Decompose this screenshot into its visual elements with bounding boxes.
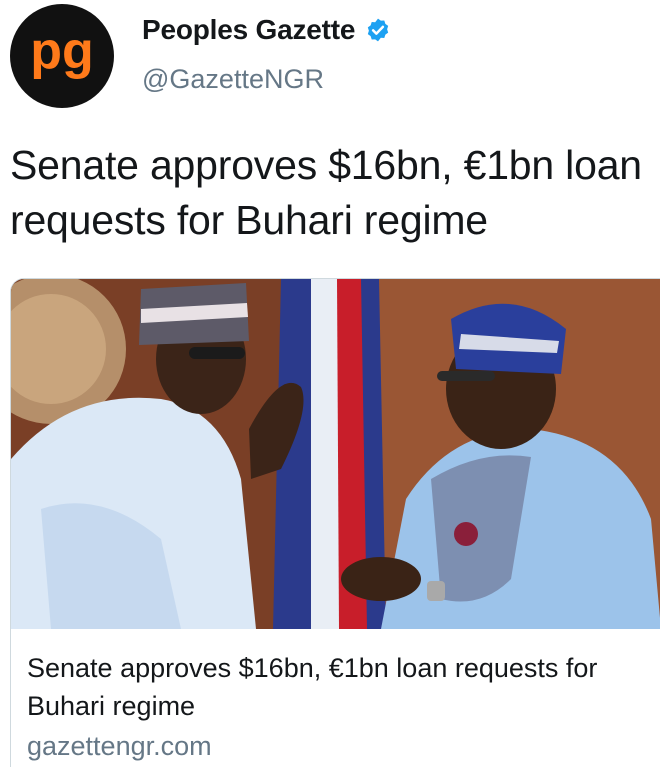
verified-badge-icon: [368, 18, 389, 42]
link-preview-card[interactable]: Senate approves $16bn, €1bn loan request…: [10, 278, 660, 767]
avatar[interactable]: pg: [10, 4, 114, 108]
tweet-text: Senate approves $16bn, €1bn loan request…: [10, 142, 642, 243]
peoples-gazette-logo-icon: pg: [30, 26, 94, 80]
news-photo: [11, 279, 660, 629]
display-name[interactable]: Peoples Gazette: [142, 14, 356, 46]
card-title[interactable]: Senate approves $16bn, €1bn loan request…: [27, 649, 657, 725]
user-handle[interactable]: @GazetteNGR: [142, 64, 324, 95]
svg-text:pg: pg: [30, 26, 94, 80]
tweet-header: pg Peoples Gazette @GazetteNGR: [0, 0, 660, 110]
card-image[interactable]: [11, 279, 660, 629]
card-domain[interactable]: gazettengr.com: [27, 731, 212, 762]
name-row: Peoples Gazette: [142, 14, 391, 46]
